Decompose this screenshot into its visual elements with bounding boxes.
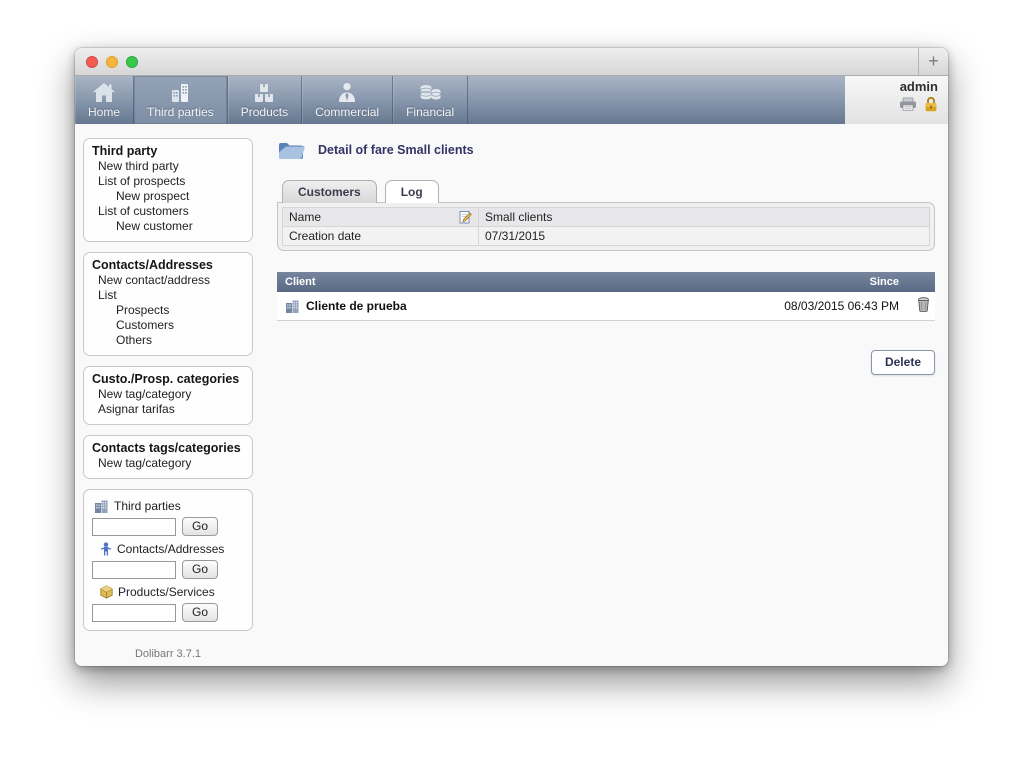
sidebar-item-new-customer[interactable]: New customer [92,219,244,234]
nav-label: Home [88,105,120,119]
content-area: Third party New third party List of pros… [75,124,948,666]
search-group-contacts: Contacts/Addresses [100,542,244,556]
products-search-input[interactable] [92,604,176,622]
page-title-row: Detail of fare Small clients [277,139,935,161]
nav-label: Third parties [147,105,214,119]
field-label: Name [289,210,321,224]
delete-button[interactable]: Delete [871,350,935,375]
nav-tab-commercial[interactable]: Commercial [302,76,393,124]
actions-row: Delete [277,350,935,375]
company-icon [285,300,300,313]
nav-tab-home[interactable]: Home [75,76,134,124]
sidebar-item-others[interactable]: Others [92,333,244,348]
column-header-since: Since [757,272,907,292]
menu-section-title: Third party [92,144,244,159]
menu-section-contact-tags: Contacts tags/categories New tag/categor… [83,435,253,479]
user-panel: admin [845,76,948,124]
menu-section-title: Contacts/Addresses [92,258,244,273]
top-navbar: Home Third parties Products Commercial [75,76,948,124]
column-header-client: Client [277,272,757,292]
traffic-lights [86,56,138,68]
sidebar-item-list-of-customers[interactable]: List of customers [92,204,244,219]
print-icon[interactable] [899,97,917,111]
lock-logout-icon[interactable] [924,96,938,112]
tabs-row: Customers Log [277,180,935,202]
sidebar-item-prospects[interactable]: Prospects [92,303,244,318]
column-header-actions [907,272,935,292]
client-name-link[interactable]: Cliente de prueba [306,299,407,313]
nav-tab-financial[interactable]: Financial [393,76,468,124]
sidebar-item-list-of-prospects[interactable]: List of prospects [92,174,244,189]
menu-section-contacts-addresses: Contacts/Addresses New contact/address L… [83,252,253,356]
quick-search-box: Third parties Go Contacts/Addresses [83,489,253,631]
table-row: Creation date 07/31/2015 [283,227,930,246]
nav-label: Financial [406,105,454,119]
search-group-label: Products/Services [118,585,215,599]
buildings-icon [169,82,191,103]
clients-table-header: Client Since [277,272,935,292]
remove-client-button[interactable] [917,297,930,312]
field-label: Creation date [283,227,479,246]
tab-log[interactable]: Log [385,180,439,203]
tab-customers[interactable]: Customers [282,180,377,203]
contact-icon [100,542,112,556]
field-value: Small clients [479,208,930,227]
window-titlebar: + [75,48,948,76]
page-background: + Home Third parties Products [0,0,1024,768]
search-group-third-parties: Third parties [94,499,244,513]
browser-window: + Home Third parties Products [75,48,948,666]
client-since-value: 08/03/2015 06:43 PM [757,292,907,321]
logged-user-name: admin [900,79,938,94]
new-tab-button[interactable]: + [918,48,948,75]
nav-tab-third-parties[interactable]: Third parties [134,76,228,124]
person-tie-icon [337,82,357,103]
contacts-go-button[interactable]: Go [182,560,218,579]
table-row: Cliente de prueba 08/03/2015 06:43 PM [277,292,935,321]
clients-table: Client Since C [277,272,935,321]
sidebar-item-new-contact-address[interactable]: New contact/address [92,273,244,288]
third-parties-go-button[interactable]: Go [182,517,218,536]
sidebar-item-list[interactable]: List [92,288,244,303]
nav-label: Commercial [315,105,379,119]
zoom-window-button[interactable] [126,56,138,68]
menu-section-customer-categories: Custo./Prosp. categories New tag/categor… [83,366,253,425]
navbar-spacer [468,76,845,124]
folder-icon [277,139,305,161]
search-group-label: Third parties [114,499,181,513]
table-row: Name Small clients [283,208,930,227]
app-version: Dolibarr 3.7.1 [83,648,253,660]
edit-name-button[interactable] [459,210,472,224]
product-cube-icon [100,585,113,599]
coins-icon [418,82,443,103]
page-title: Detail of fare Small clients [318,143,474,157]
minimize-window-button[interactable] [106,56,118,68]
contacts-search-input[interactable] [92,561,176,579]
field-value: 07/31/2015 [479,227,930,246]
fare-details-panel: Name Small clients [277,202,935,251]
left-sidebar: Third party New third party List of pros… [83,124,253,666]
main-panel: Detail of fare Small clients Customers L… [277,124,935,666]
menu-section-title: Contacts tags/categories [92,441,244,456]
menu-section-title: Custo./Prosp. categories [92,372,244,387]
search-group-label: Contacts/Addresses [117,542,224,556]
close-window-button[interactable] [86,56,98,68]
third-parties-search-input[interactable] [92,518,176,536]
sidebar-item-new-tag-category[interactable]: New tag/category [92,387,244,402]
sidebar-item-new-third-party[interactable]: New third party [92,159,244,174]
sidebar-item-asignar-tarifas[interactable]: Asignar tarifas [92,402,244,417]
products-go-button[interactable]: Go [182,603,218,622]
nav-tab-products[interactable]: Products [228,76,302,124]
sidebar-item-new-prospect[interactable]: New prospect [92,189,244,204]
nav-label: Products [241,105,288,119]
home-icon [92,82,116,103]
search-group-products: Products/Services [100,585,244,599]
menu-section-third-party: Third party New third party List of pros… [83,138,253,242]
fare-fields-table: Name Small clients [282,207,930,246]
boxes-icon [253,82,275,103]
sidebar-item-new-contact-tag-category[interactable]: New tag/category [92,456,244,471]
company-icon [94,500,109,513]
sidebar-item-customers[interactable]: Customers [92,318,244,333]
trash-icon [917,297,930,312]
edit-pencil-icon [459,210,472,224]
